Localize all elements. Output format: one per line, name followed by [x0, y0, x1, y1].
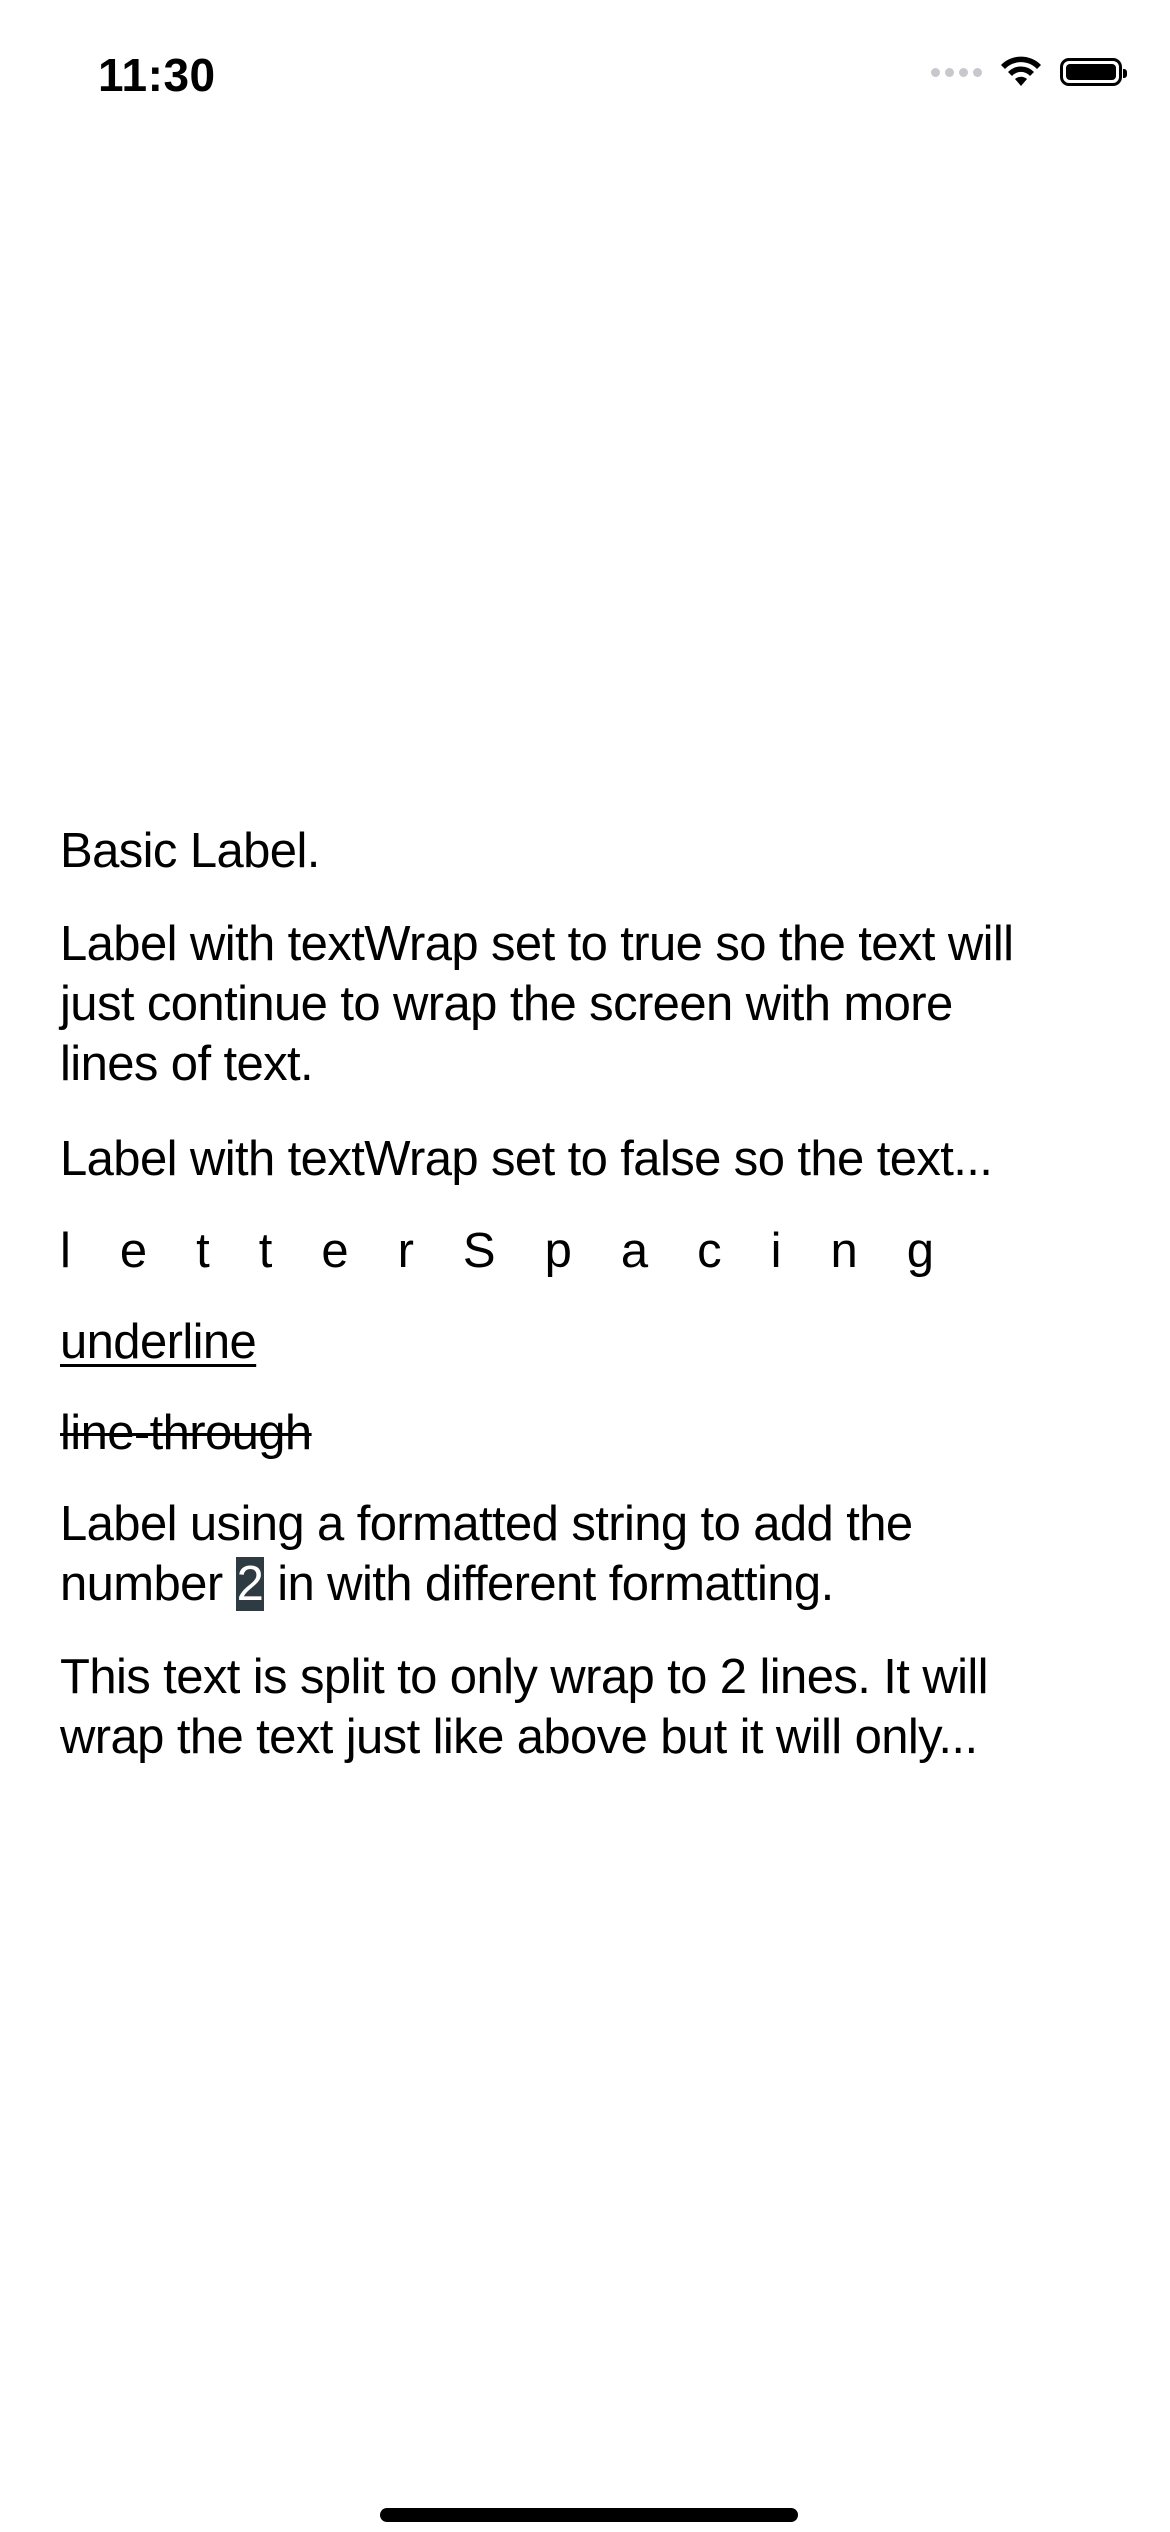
signal-dots-icon — [931, 67, 982, 77]
formatted-suffix: in with different formatting. — [264, 1557, 834, 1611]
underline-label: underline — [60, 1315, 257, 1369]
formatted-prefix: number — [60, 1557, 236, 1611]
nowrap-label: Label with textWrap set to false so the … — [60, 1132, 993, 1186]
wifi-icon — [1001, 56, 1041, 86]
wrap-label-line: lines of text. — [60, 1037, 314, 1091]
formatted-label-line: number 2 in with different formatting. — [60, 1554, 834, 1614]
highlighted-number: 2 — [235, 1557, 265, 1611]
status-icons — [931, 56, 1127, 88]
battery-icon — [1060, 58, 1127, 86]
max-lines-label-line: This text is split to only wrap to 2 lin… — [60, 1650, 989, 1704]
formatted-label-line: Label using a formatted string to add th… — [60, 1497, 913, 1551]
letter-spacing-label: letterSpacing — [60, 1224, 984, 1278]
home-indicator[interactable] — [380, 2508, 798, 2522]
status-time: 11:30 — [98, 49, 216, 101]
basic-label: Basic Label. — [60, 824, 320, 878]
wrap-label-line: Label with textWrap set to true so the t… — [60, 917, 1014, 971]
max-lines-label-line: wrap the text just like above but it wil… — [60, 1710, 978, 1764]
wrap-label-line: just continue to wrap the screen with mo… — [60, 977, 953, 1031]
line-through-label: line-through — [60, 1406, 312, 1460]
